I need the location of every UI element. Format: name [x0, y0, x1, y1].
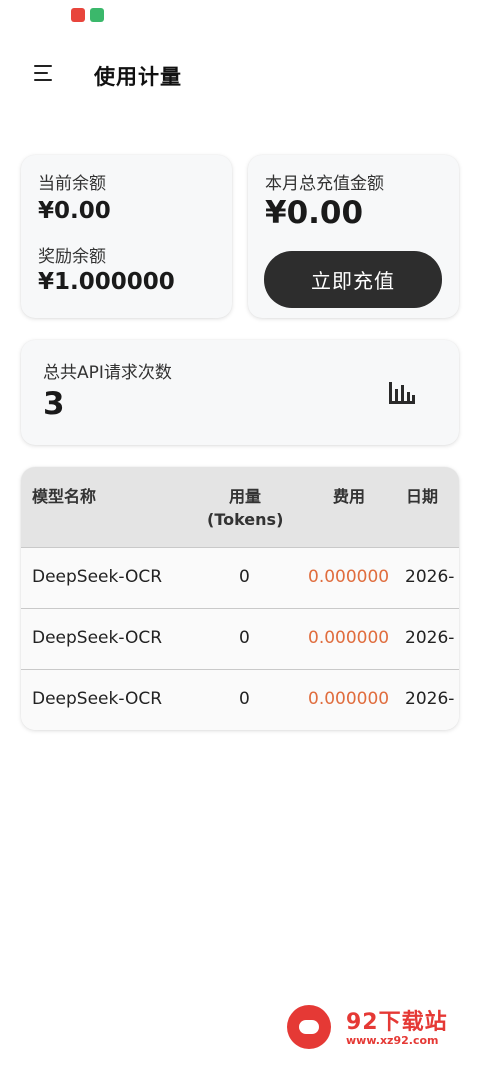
cell-cost: 0.000000	[308, 689, 390, 709]
cell-usage: 0	[239, 567, 250, 587]
column-header-date: 日期	[406, 487, 439, 506]
column-header-usage-line1: 用量	[228, 487, 261, 506]
reward-balance-value: ¥1.000000	[38, 269, 175, 295]
cell-usage: 0	[239, 628, 250, 648]
monthly-recharge-value: ¥0.00	[265, 195, 364, 231]
cell-date: 2026-	[405, 628, 455, 648]
notification-app-icon	[90, 8, 104, 22]
current-balance-label: 当前余额	[38, 174, 106, 194]
status-bar-notifications	[71, 8, 104, 22]
notification-app-icon	[71, 8, 85, 22]
table-row: DeepSeek-OCR 0 0.000000 2026-	[21, 608, 459, 669]
bar-chart-icon[interactable]	[388, 380, 416, 406]
cell-date: 2026-	[405, 689, 455, 709]
reward-balance-label: 奖励余额	[38, 247, 106, 267]
cell-cost: 0.000000	[308, 567, 390, 587]
recharge-now-button[interactable]: 立即充值	[264, 251, 442, 308]
cell-model: DeepSeek-OCR	[32, 689, 163, 709]
cell-model: DeepSeek-OCR	[32, 567, 163, 587]
menu-icon[interactable]	[26, 62, 62, 88]
column-header-usage: 用量 (Tokens)	[207, 485, 283, 531]
usage-page: 使用计量 当前余额 ¥0.00 奖励余额 ¥1.000000 本月总充值金额 ¥…	[0, 0, 480, 1067]
table-header: 模型名称 用量 (Tokens) 费用 日期	[21, 467, 459, 547]
api-requests-label: 总共API请求次数	[43, 363, 172, 383]
balance-card: 当前余额 ¥0.00 奖励余额 ¥1.000000	[21, 155, 232, 318]
monthly-recharge-card: 本月总充值金额 ¥0.00 立即充值	[248, 155, 459, 318]
api-requests-card: 总共API请求次数 3	[21, 340, 459, 445]
cell-cost: 0.000000	[308, 628, 390, 648]
column-header-model: 模型名称	[32, 487, 97, 506]
api-requests-value: 3	[43, 386, 65, 422]
cell-model: DeepSeek-OCR	[32, 628, 163, 648]
column-header-usage-line2: (Tokens)	[207, 510, 284, 529]
cell-usage: 0	[239, 689, 250, 709]
app-header: 使用计量	[0, 50, 480, 98]
column-header-cost: 费用	[333, 487, 366, 506]
current-balance-value: ¥0.00	[38, 198, 111, 224]
table-row: DeepSeek-OCR 0 0.000000 2026-	[21, 669, 459, 730]
cell-date: 2026-	[405, 567, 455, 587]
page-title: 使用计量	[94, 65, 182, 89]
monthly-recharge-label: 本月总充值金额	[265, 174, 384, 194]
gamepad-logo-icon	[287, 1005, 331, 1049]
site-watermark: 92下载站 www.xz92.com	[280, 998, 470, 1058]
watermark-url: www.xz92.com	[346, 1034, 439, 1047]
usage-table: 模型名称 用量 (Tokens) 费用 日期 DeepSeek-OCR 0 0.…	[21, 467, 459, 730]
watermark-title: 92下载站	[346, 1010, 448, 1035]
table-row: DeepSeek-OCR 0 0.000000 2026-	[21, 547, 459, 608]
